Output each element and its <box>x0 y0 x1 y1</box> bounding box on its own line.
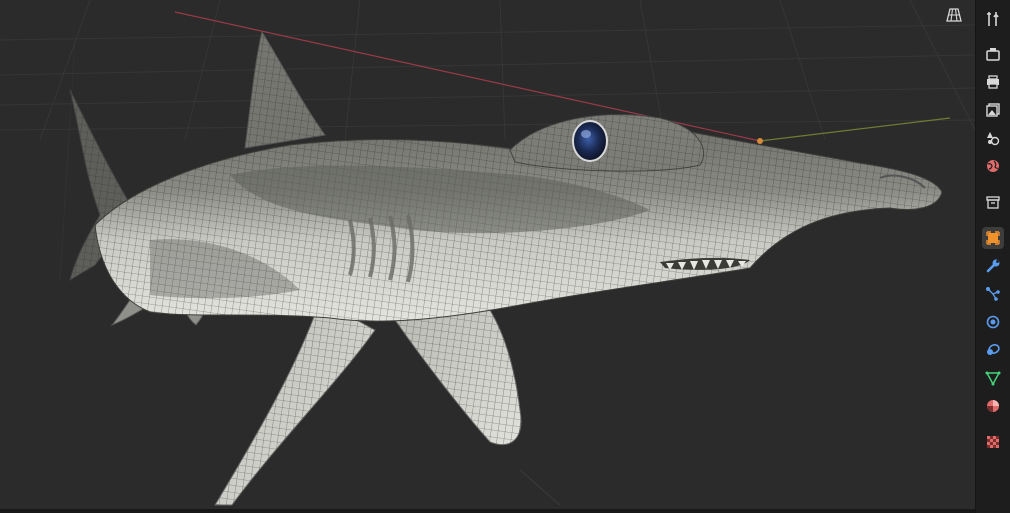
scene-icon <box>987 132 1000 146</box>
tab-texture[interactable] <box>982 431 1004 453</box>
properties-tab-bar <box>975 0 1010 513</box>
3d-viewport[interactable] <box>0 0 975 509</box>
particles-icon <box>986 287 1000 301</box>
viewport-scene[interactable] <box>0 0 975 509</box>
constraint-icon <box>987 344 1000 355</box>
tab-particles[interactable] <box>982 283 1004 305</box>
shark-eye <box>572 120 608 162</box>
material-icon <box>987 400 999 412</box>
tab-constraints[interactable] <box>982 339 1004 361</box>
tab-modifiers[interactable] <box>982 255 1004 277</box>
tab-object[interactable] <box>982 227 1004 249</box>
tab-physics[interactable] <box>982 311 1004 333</box>
square-object-icon <box>986 231 1000 245</box>
wrench-icon <box>986 259 1000 273</box>
viewport-perspective-toggle[interactable] <box>945 6 963 24</box>
tab-world[interactable] <box>982 155 1004 177</box>
tab-view-layer[interactable] <box>982 99 1004 121</box>
tab-collection[interactable] <box>982 191 1004 213</box>
object-origin[interactable] <box>757 138 763 144</box>
physics-icon <box>986 315 1000 329</box>
tools-icon <box>987 12 999 26</box>
printer-icon <box>987 75 999 89</box>
tab-tool[interactable] <box>982 8 1004 30</box>
tab-scene[interactable] <box>982 127 1004 149</box>
box-icon <box>986 196 1000 209</box>
tab-output[interactable] <box>982 71 1004 93</box>
checker-texture-icon <box>987 436 999 448</box>
grid-perspective-icon <box>946 8 962 22</box>
viewport-bottom-edge <box>0 509 975 513</box>
globe-icon <box>987 160 999 172</box>
tab-data[interactable] <box>982 367 1004 389</box>
camera-back-icon <box>986 48 1000 61</box>
mesh-data-icon <box>985 371 1001 386</box>
tab-material[interactable] <box>982 395 1004 417</box>
images-icon <box>986 103 1000 117</box>
tab-render[interactable] <box>982 43 1004 65</box>
